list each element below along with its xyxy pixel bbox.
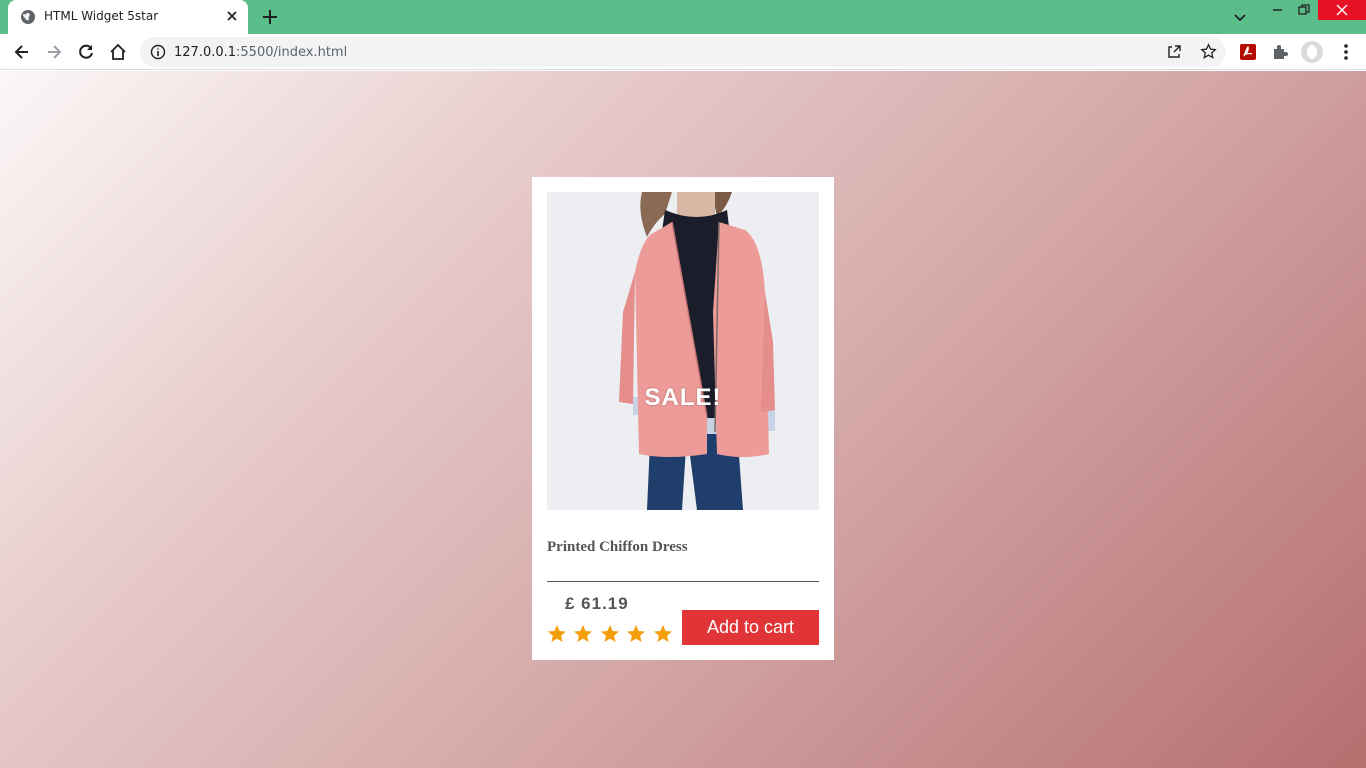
star-icon[interactable] — [547, 624, 567, 644]
pdf-extension-icon[interactable] — [1238, 42, 1258, 62]
kebab-menu-icon[interactable] — [1336, 42, 1356, 62]
close-tab-icon[interactable] — [224, 8, 240, 24]
minimize-icon[interactable] — [1268, 0, 1288, 20]
star-icon[interactable] — [573, 624, 593, 644]
product-photo-illustration — [547, 192, 819, 510]
tab-search-chevron-icon[interactable] — [1232, 9, 1248, 25]
back-arrow-icon[interactable] — [12, 42, 32, 62]
star-rating — [547, 624, 675, 646]
add-to-cart-button[interactable]: Add to cart — [682, 610, 819, 645]
star-icon[interactable] — [653, 624, 673, 644]
new-tab-icon[interactable] — [260, 7, 280, 27]
window-close-button[interactable] — [1318, 0, 1366, 20]
home-icon[interactable] — [108, 42, 128, 62]
address-bar[interactable]: 127.0.0.1:5500/index.html — [140, 37, 1226, 67]
reload-icon[interactable] — [76, 42, 96, 62]
product-card: SALE! Printed Chiffon Dress £ 61.19 Add … — [532, 177, 834, 660]
browser-titlebar: HTML Widget 5star — [0, 0, 1366, 34]
page-background: SALE! Printed Chiffon Dress £ 61.19 Add … — [0, 71, 1366, 768]
sale-badge: SALE! — [644, 384, 722, 411]
close-icon — [1336, 4, 1348, 16]
product-price: £ 61.19 — [565, 594, 629, 613]
bookmark-star-icon[interactable] — [1200, 43, 1217, 60]
star-icon[interactable] — [600, 624, 620, 644]
share-icon[interactable] — [1166, 44, 1182, 60]
divider — [547, 581, 819, 582]
product-image[interactable]: SALE! — [547, 192, 819, 510]
globe-icon — [21, 10, 35, 24]
browser-tab[interactable]: HTML Widget 5star — [8, 0, 248, 34]
restore-icon[interactable] — [1294, 0, 1314, 20]
browser-toolbar: 127.0.0.1:5500/index.html — [0, 34, 1366, 70]
tab-title: HTML Widget 5star — [44, 9, 159, 23]
profile-avatar-icon[interactable] — [1300, 40, 1324, 64]
site-info-icon[interactable] — [150, 44, 166, 60]
forward-arrow-icon[interactable] — [44, 42, 64, 62]
star-icon[interactable] — [626, 624, 646, 644]
product-name[interactable]: Printed Chiffon Dress — [547, 539, 688, 556]
extensions-puzzle-icon[interactable] — [1270, 42, 1290, 62]
url-text[interactable]: 127.0.0.1:5500/index.html — [174, 45, 347, 60]
